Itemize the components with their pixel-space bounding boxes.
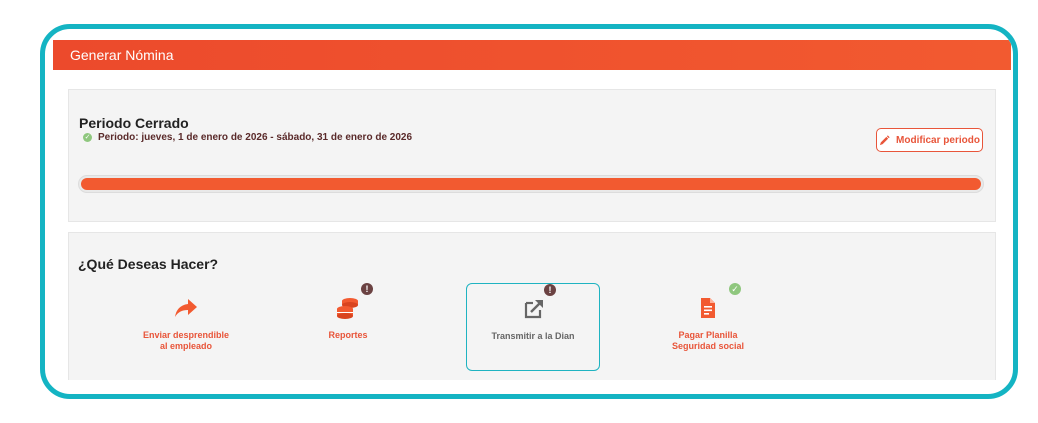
send-payslip-label: Enviar desprendible al empleado	[142, 330, 230, 351]
coins-stack-icon	[333, 295, 363, 321]
transmit-dian-label: Transmitir a la Dian	[491, 331, 575, 341]
period-panel: Periodo Cerrado ✓ Periodo: jueves, 1 de …	[68, 89, 996, 222]
period-range-text: Periodo: jueves, 1 de enero de 2026 - sá…	[98, 132, 413, 143]
share-arrow-icon	[171, 295, 201, 321]
pay-payroll-action[interactable]: ✓ Pagar Planilla Seguridad social	[641, 283, 775, 371]
period-progress-bar	[78, 175, 984, 193]
external-link-icon	[519, 296, 549, 322]
payroll-ok-badge: ✓	[729, 283, 741, 295]
reports-warning-badge: !	[361, 283, 373, 295]
app-frame: Generar Nómina Periodo Cerrado ✓ Periodo…	[40, 24, 1018, 399]
period-status-title: Periodo Cerrado	[79, 115, 189, 131]
actions-title: ¿Qué Deseas Hacer?	[78, 256, 219, 272]
page-title: Generar Nómina	[70, 47, 174, 63]
document-icon	[693, 295, 723, 321]
reports-action[interactable]: ! Reportes	[281, 283, 415, 371]
page-header: Generar Nómina	[53, 40, 1011, 70]
pencil-icon	[879, 134, 890, 145]
modify-period-label: Modificar periodo	[896, 134, 980, 146]
period-progress-fill	[81, 178, 981, 190]
check-circle-icon: ✓	[83, 133, 92, 142]
modify-period-button[interactable]: Modificar periodo	[876, 128, 983, 152]
transmit-dian-action[interactable]: ! Transmitir a la Dian	[466, 283, 600, 371]
actions-panel: ¿Qué Deseas Hacer? Enviar desprendible a…	[68, 232, 996, 380]
send-payslip-action[interactable]: Enviar desprendible al empleado	[119, 283, 253, 371]
reports-label: Reportes	[328, 330, 368, 340]
dian-warning-badge: !	[544, 284, 556, 296]
period-range: ✓ Periodo: jueves, 1 de enero de 2026 - …	[83, 132, 412, 143]
pay-payroll-label: Pagar Planilla Seguridad social	[671, 330, 745, 351]
